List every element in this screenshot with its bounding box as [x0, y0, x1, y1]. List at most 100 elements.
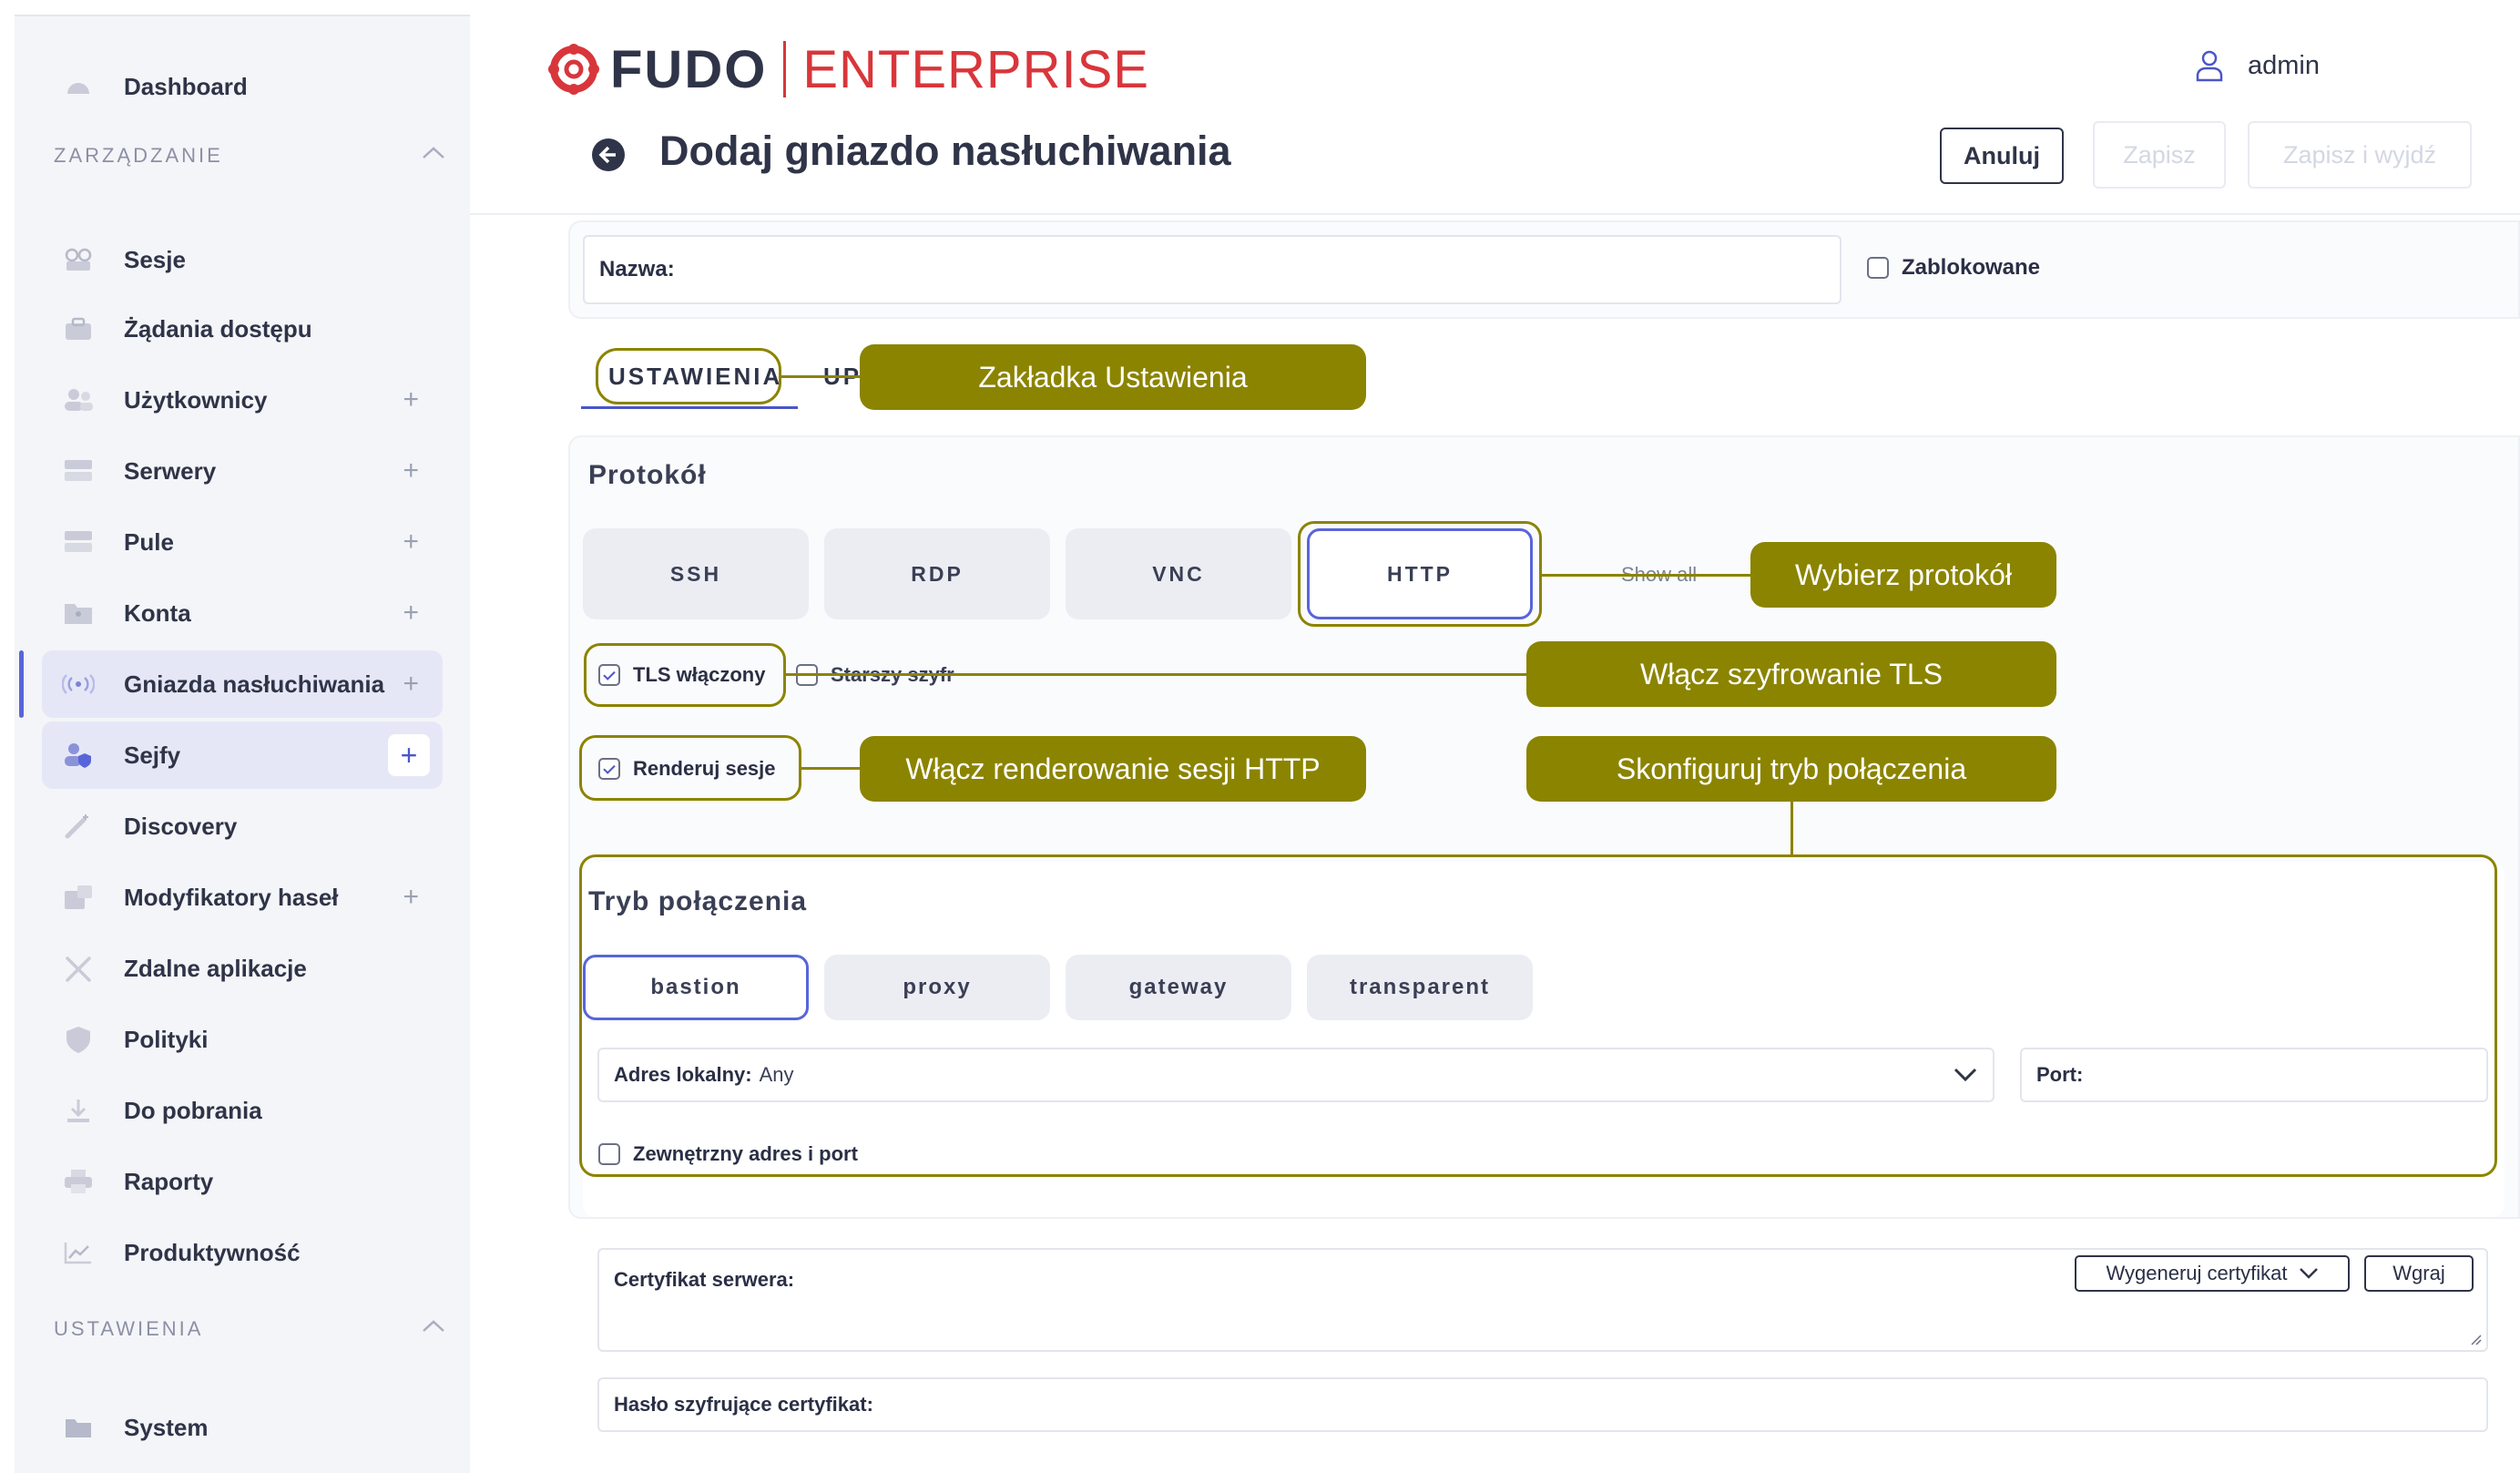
save-and-exit-button[interactable]: Zapisz i wyjdź: [2248, 121, 2472, 189]
printer-icon: [62, 1165, 95, 1198]
protocol-title: Protokół: [588, 460, 707, 490]
sidebar-item-pools[interactable]: Pule +: [42, 508, 443, 576]
sidebar-item-downloads[interactable]: Do pobrania: [42, 1077, 443, 1144]
broadcast-icon: [62, 668, 95, 701]
protocol-rdp-button[interactable]: RDP: [824, 528, 1050, 619]
checkbox-box[interactable]: [1867, 257, 1889, 279]
add-pool-button[interactable]: +: [403, 527, 419, 557]
highlight-connection-mode: [579, 854, 2497, 1177]
back-button[interactable]: [592, 138, 625, 171]
add-server-button[interactable]: +: [403, 455, 419, 486]
chevron-up-icon[interactable]: [421, 1319, 446, 1334]
users-icon: [62, 384, 95, 416]
sidebar-item-listeners[interactable]: Gniazda nasłuchiwania +: [42, 650, 443, 718]
active-indicator: [19, 650, 24, 718]
sidebar-item-label: Dashboard: [124, 72, 248, 100]
add-password-modifier-button[interactable]: +: [403, 882, 419, 913]
cancel-button[interactable]: Anuluj: [1940, 128, 2064, 184]
annotation-settings-tab: Zakładka Ustawienia: [860, 344, 1366, 410]
chevron-down-icon: [2299, 1268, 2318, 1279]
connector-line: [1791, 802, 1793, 854]
sidebar-item-reports[interactable]: Raporty: [42, 1148, 443, 1215]
account-folder-icon: [62, 597, 95, 629]
fudo-logo-icon: [548, 44, 599, 95]
protocol-ssh-button[interactable]: SSH: [583, 528, 809, 619]
active-tab-underline: [581, 406, 798, 409]
sidebar-item-label: Pule: [124, 527, 174, 556]
folder-icon: [62, 1411, 95, 1444]
blocked-label: Zablokowane: [1902, 255, 2041, 280]
fudo-logo: FUDO ENTERPRISE: [546, 39, 1149, 99]
sidebar-item-productivity[interactable]: Produktywność: [42, 1219, 443, 1286]
section-header-management: ZARZĄDZANIE: [54, 144, 223, 167]
sidebar-item-label: Gniazda nasłuchiwania: [124, 670, 385, 698]
sidebar-item-label: Zdalne aplikacje: [124, 954, 307, 982]
logo-text-fudo: FUDO: [610, 39, 768, 99]
add-user-button[interactable]: +: [403, 384, 419, 415]
password-modifier-icon: [62, 881, 95, 914]
certificate-password-label: Hasło szyfrujące certyfikat:: [614, 1393, 873, 1416]
highlight-settings-tab: [596, 348, 781, 404]
sidebar: Dashboard ZARZĄDZANIE Sesje Żądania dost…: [15, 15, 470, 1473]
annotation-protocol: Wybierz protokół: [1750, 542, 2056, 608]
briefcase-icon: [62, 312, 95, 345]
sidebar-item-discovery[interactable]: Discovery: [42, 793, 443, 860]
sidebar-item-password-modifiers[interactable]: Modyfikatory haseł +: [42, 864, 443, 931]
generate-certificate-dropdown[interactable]: Wygeneruj certyfikat: [2075, 1255, 2350, 1292]
generate-certificate-label: Wygeneruj certyfikat: [2106, 1262, 2288, 1284]
add-safe-button[interactable]: +: [388, 734, 430, 776]
save-button[interactable]: Zapisz: [2093, 121, 2226, 189]
username: admin: [2248, 50, 2320, 80]
resize-handle-icon[interactable]: [2470, 1334, 2483, 1346]
sidebar-item-label: Polityki: [124, 1025, 209, 1053]
trend-chart-icon: [62, 1236, 95, 1269]
wand-icon: [62, 810, 95, 843]
annotation-render-sessions: Włącz renderowanie sesji HTTP: [860, 736, 1366, 802]
chevron-up-icon[interactable]: [421, 146, 446, 160]
top-header: FUDO ENTERPRISE admin Dodaj gniazdo nasł…: [470, 15, 2520, 215]
sidebar-item-label: Raporty: [124, 1167, 214, 1195]
user-menu[interactable]: admin: [2195, 49, 2320, 82]
page-title: Dodaj gniazdo nasłuchiwania: [659, 128, 1231, 174]
user-shield-icon: [62, 739, 95, 772]
logo-separator: [783, 41, 787, 97]
sidebar-item-label: System: [124, 1413, 209, 1441]
sidebar-item-dashboard[interactable]: Dashboard: [42, 53, 443, 120]
sidebar-item-safes[interactable]: Sejfy +: [42, 721, 443, 789]
blocked-checkbox[interactable]: Zablokowane: [1867, 255, 2040, 281]
certificate-password-field[interactable]: Hasło szyfrujące certyfikat:: [597, 1377, 2488, 1432]
connector-line: [786, 673, 1529, 676]
sidebar-item-system[interactable]: System: [42, 1394, 443, 1461]
sidebar-item-label: Produktywność: [124, 1238, 301, 1266]
sidebar-item-users[interactable]: Użytkownicy +: [42, 366, 443, 434]
connector-line: [801, 767, 862, 770]
sidebar-item-servers[interactable]: Serwery +: [42, 437, 443, 505]
sidebar-item-access-requests[interactable]: Żądania dostępu: [42, 295, 443, 363]
protocol-vnc-button[interactable]: VNC: [1066, 528, 1291, 619]
sidebar-item-remote-apps[interactable]: Zdalne aplikacje: [42, 935, 443, 1002]
sidebar-item-label: Sejfy: [124, 741, 181, 769]
add-listener-button[interactable]: +: [403, 669, 419, 700]
tools-icon: [62, 952, 95, 985]
sidebar-item-sessions[interactable]: Sesje: [42, 226, 443, 293]
add-account-button[interactable]: +: [403, 598, 419, 629]
sidebar-item-label: Serwery: [124, 456, 217, 485]
server-icon: [62, 455, 95, 487]
annotation-connection-mode: Skonfiguruj tryb połączenia: [1526, 736, 2056, 802]
user-icon: [2196, 50, 2223, 82]
sidebar-item-policies[interactable]: Polityki: [42, 1006, 443, 1073]
sidebar-item-label: Konta: [124, 598, 191, 627]
annotation-tls: Włącz szyfrowanie TLS: [1526, 641, 2056, 707]
highlight-tls: [584, 643, 786, 707]
dashboard-icon: [62, 70, 95, 103]
upload-button[interactable]: Wgraj: [2364, 1255, 2474, 1292]
sidebar-item-label: Żądania dostępu: [124, 314, 312, 343]
sessions-icon: [62, 243, 95, 276]
logo-text-enterprise: ENTERPRISE: [802, 39, 1149, 99]
shield-icon: [62, 1023, 95, 1056]
download-icon: [62, 1094, 95, 1127]
sidebar-item-accounts[interactable]: Konta +: [42, 579, 443, 647]
name-field[interactable]: Nazwa:: [583, 235, 1842, 304]
highlight-http-protocol: [1298, 521, 1542, 627]
section-header-settings: USTAWIENIA: [54, 1317, 204, 1340]
